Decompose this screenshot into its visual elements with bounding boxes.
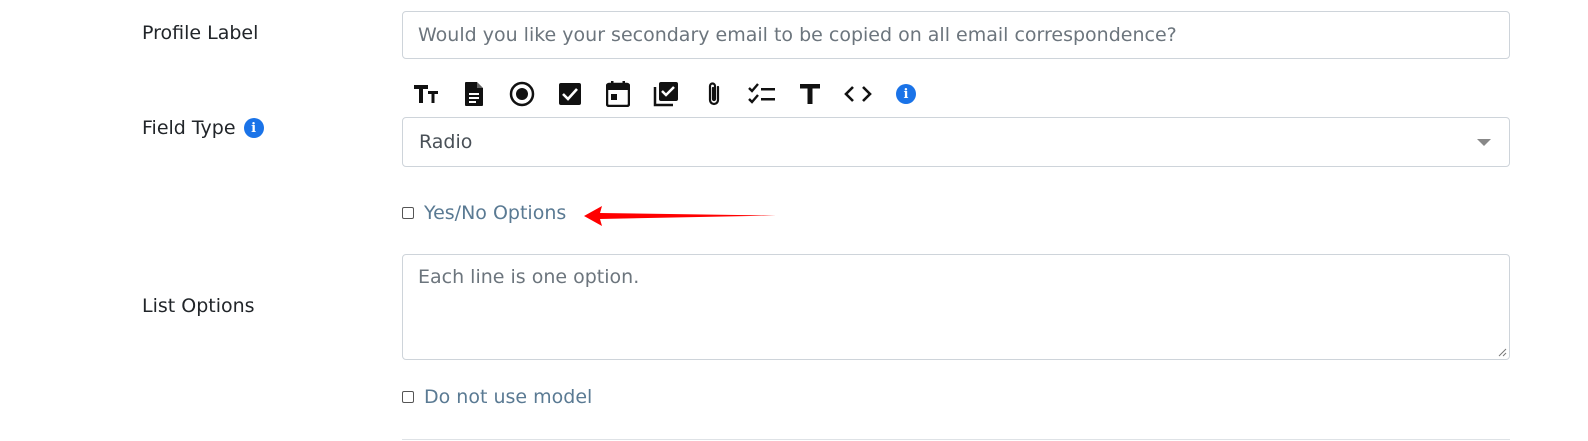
list-options-label: List Options [142, 295, 255, 317]
info-icon-glyph: i [896, 84, 916, 104]
text-icon[interactable] [786, 79, 834, 109]
checkbox-multiple-icon[interactable] [642, 79, 690, 109]
field-type-selected-value: Radio [419, 131, 473, 153]
yes-no-options-checkbox[interactable] [402, 207, 414, 219]
profile-label-placeholder: Would you like your secondary email to b… [418, 24, 1177, 46]
do-not-use-model-row[interactable]: Do not use model [402, 386, 592, 408]
chevron-down-icon [1477, 139, 1491, 146]
code-icon[interactable] [834, 79, 882, 109]
list-options-textarea[interactable]: Each line is one option. [402, 254, 1510, 360]
resize-handle-icon[interactable] [1497, 347, 1507, 357]
do-not-use-model-checkbox[interactable] [402, 391, 414, 403]
text-size-icon[interactable] [402, 79, 450, 109]
yes-no-options-row[interactable]: Yes/No Options [402, 202, 566, 224]
list-options-placeholder: Each line is one option. [418, 266, 640, 288]
yes-no-options-label[interactable]: Yes/No Options [424, 202, 566, 224]
list-options-text: List Options [142, 295, 255, 317]
info-icon[interactable]: i [882, 79, 930, 109]
field-type-text: Field Type [142, 117, 236, 139]
field-type-label: Field Type i [142, 117, 264, 139]
attachment-icon[interactable] [690, 79, 738, 109]
profile-label-input[interactable]: Would you like your secondary email to b… [402, 11, 1510, 59]
field-type-info-icon[interactable]: i [243, 118, 264, 138]
do-not-use-model-label[interactable]: Do not use model [424, 386, 592, 408]
field-type-select[interactable]: Radio [402, 117, 1510, 167]
section-divider [402, 439, 1510, 440]
calendar-icon[interactable] [594, 79, 642, 109]
annotation-arrow [584, 206, 776, 226]
profile-label-text: Profile Label [142, 22, 259, 44]
checklist-icon[interactable] [738, 79, 786, 109]
field-type-toolbar: i [402, 79, 930, 109]
document-icon[interactable] [450, 79, 498, 109]
radio-icon[interactable] [498, 79, 546, 109]
profile-label-label: Profile Label [142, 22, 258, 44]
checkbox-icon[interactable] [546, 79, 594, 109]
